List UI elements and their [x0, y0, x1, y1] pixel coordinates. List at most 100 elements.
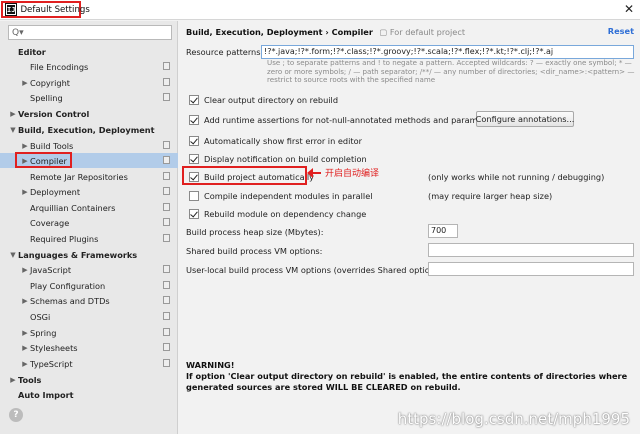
warning-title: WARNING!: [186, 360, 235, 370]
window-title: Default Settings: [20, 4, 90, 15]
sidebar-item-label: Editor: [18, 46, 46, 57]
chevron-right-icon[interactable]: ▶: [20, 188, 30, 196]
sidebar-item-schemas-and-dtds[interactable]: ▶ Schemas and DTDs: [0, 293, 178, 308]
sidebar-item-label: Stylesheets: [30, 342, 78, 353]
option-label: Compile independent modules in parallel: [204, 191, 373, 201]
resource-patterns-input[interactable]: !?*.java;!?*.form;!?*.class;!?*.groovy;!…: [261, 45, 634, 59]
breadcrumb-subtitle: ▢ For default project: [379, 27, 466, 37]
compiler-settings-panel: Build, Execution, Deployment › Compiler …: [179, 21, 640, 434]
window-close-icon[interactable]: ✕: [624, 2, 634, 16]
heap-size-label: Build process heap size (Mbytes):: [186, 227, 324, 237]
option-label: Automatically show first error in editor: [204, 136, 362, 146]
sidebar-item-required-plugins[interactable]: Required Plugins: [0, 231, 178, 246]
sidebar-item-stylesheets[interactable]: ▶ Stylesheets: [0, 340, 178, 355]
chevron-right-icon[interactable]: ▶: [20, 266, 30, 274]
sidebar-item-arquillian-containers[interactable]: Arquillian Containers: [0, 200, 178, 215]
chevron-right-icon[interactable]: ▶: [20, 79, 30, 87]
chevron-right-icon[interactable]: ▶: [8, 376, 18, 384]
sidebar-item-label: TypeScript: [30, 358, 73, 369]
sidebar-item-auto-import[interactable]: Auto Import: [0, 387, 178, 402]
sidebar-item-osgi[interactable]: OSGi: [0, 309, 178, 324]
sidebar-item-label: File Encodings: [30, 61, 89, 72]
checkbox[interactable]: [189, 209, 199, 219]
warning-message: If option 'Clear output directory on reb…: [186, 371, 628, 392]
option-add-runtime-assertions-for-not-null-annotated-methods-and-parameters[interactable]: Add runtime assertions for not-null-anno…: [189, 113, 499, 127]
project-scope-icon: [163, 234, 170, 242]
annotation-arrow-icon: [307, 168, 321, 178]
option-clear-output-directory-on-rebuild[interactable]: Clear output directory on rebuild: [189, 93, 338, 107]
title-bar: IJ Default Settings ✕: [0, 0, 640, 20]
resource-patterns-hint: Use ; to separate patterns and ! to nega…: [267, 58, 635, 85]
sidebar-item-languages-frameworks[interactable]: ▼ Languages & Frameworks: [0, 247, 178, 262]
checkbox[interactable]: [189, 136, 199, 146]
sidebar-item-build-tools[interactable]: ▶ Build Tools: [0, 138, 178, 153]
sidebar-item-javascript[interactable]: ▶ JavaScript: [0, 262, 178, 277]
project-scope-icon: [163, 156, 170, 164]
sidebar-item-copyright[interactable]: ▶ Copyright: [0, 75, 178, 90]
sidebar-item-tools[interactable]: ▶ Tools: [0, 372, 178, 387]
option-note: (only works while not running / debuggin…: [428, 172, 605, 182]
checkbox[interactable]: [189, 154, 199, 164]
chevron-right-icon[interactable]: ▶: [8, 110, 18, 118]
sidebar-item-compiler[interactable]: ▶ Compiler: [0, 152, 178, 168]
sidebar-item-label: Tools: [18, 374, 42, 385]
sidebar-item-build-execution-deployment[interactable]: ▼ Build, Execution, Deployment: [0, 122, 178, 137]
sidebar-item-deployment[interactable]: ▶ Deployment: [0, 184, 178, 199]
sidebar-item-remote-jar-repositories[interactable]: Remote Jar Repositories: [0, 169, 178, 184]
sidebar-item-label: Spelling: [30, 92, 63, 103]
project-scope-icon: [163, 281, 170, 289]
sidebar-item-version-control[interactable]: ▶ Version Control: [0, 106, 178, 121]
watermark: https://blog.csdn.net/mph1995: [397, 410, 630, 428]
sidebar-item-label: Required Plugins: [30, 233, 99, 244]
chevron-right-icon[interactable]: ▶: [20, 329, 30, 337]
project-scope-icon: [163, 312, 170, 320]
checkbox[interactable]: [189, 95, 199, 105]
help-icon[interactable]: ?: [9, 408, 23, 422]
shared-vm-options-input[interactable]: [428, 243, 634, 257]
sidebar-item-editor[interactable]: Editor: [0, 44, 178, 59]
sidebar-item-file-encodings[interactable]: File Encodings: [0, 59, 178, 74]
project-scope-icon: [163, 141, 170, 149]
reset-link[interactable]: Reset: [608, 26, 634, 36]
chevron-down-icon[interactable]: ▼: [8, 126, 18, 134]
chevron-right-icon[interactable]: ▶: [20, 142, 30, 150]
checkbox[interactable]: [189, 191, 199, 201]
option-rebuild-module-on-dependency-change[interactable]: Rebuild module on dependency change: [189, 207, 366, 221]
selection-highlight-box: [15, 152, 72, 168]
configure-annotations-button[interactable]: Configure annotations...: [476, 111, 574, 127]
sidebar-item-label: OSGi: [30, 311, 51, 322]
settings-sidebar: Q▾ Editor File Encodings ▶ Copyright Spellin…: [0, 21, 178, 434]
settings-search-input[interactable]: Q▾: [8, 25, 172, 40]
heap-size-input[interactable]: 700: [428, 224, 458, 238]
breadcrumb-path: Build, Execution, Deployment › Compiler: [186, 27, 373, 37]
annotation-text: 开启自动编译: [325, 169, 380, 179]
user-vm-options-label: User-local build process VM options (ove…: [186, 265, 446, 275]
option-label: Rebuild module on dependency change: [204, 209, 367, 219]
sidebar-item-label: Play Configuration: [30, 280, 106, 291]
sidebar-item-spelling[interactable]: Spelling: [0, 90, 178, 105]
chevron-right-icon[interactable]: ▶: [20, 360, 30, 368]
sidebar-item-label: Deployment: [30, 186, 81, 197]
user-vm-options-input[interactable]: [428, 262, 634, 276]
intellij-app-icon: IJ: [4, 3, 18, 16]
chevron-right-icon[interactable]: ▶: [20, 344, 30, 352]
option-note: (may require larger heap size): [428, 191, 553, 201]
sidebar-item-label: Languages & Frameworks: [18, 249, 138, 260]
sidebar-item-play-configuration[interactable]: Play Configuration: [0, 278, 178, 293]
sidebar-item-label: Remote Jar Repositories: [30, 171, 128, 182]
sidebar-item-typescript[interactable]: ▶ TypeScript: [0, 356, 178, 371]
option-label: Display notification on build completion: [204, 154, 367, 164]
project-scope-icon: [163, 296, 170, 304]
chevron-down-icon[interactable]: ▼: [8, 251, 18, 259]
chevron-right-icon[interactable]: ▶: [20, 297, 30, 305]
sidebar-item-label: Schemas and DTDs: [30, 295, 110, 306]
sidebar-item-coverage[interactable]: Coverage: [0, 215, 178, 230]
checkbox[interactable]: [189, 115, 199, 125]
shared-vm-options-label: Shared build process VM options:: [186, 246, 323, 256]
sidebar-item-label: Coverage: [30, 217, 70, 228]
option-automatically-show-first-error-in-editor[interactable]: Automatically show first error in editor: [189, 134, 362, 148]
project-scope-icon: [163, 265, 170, 273]
sidebar-item-spring[interactable]: ▶ Spring: [0, 325, 178, 340]
option-compile-independent-modules-in-parallel[interactable]: Compile independent modules in parallel: [189, 189, 373, 203]
option-display-notification-on-build-completion[interactable]: Display notification on build completion: [189, 152, 367, 166]
